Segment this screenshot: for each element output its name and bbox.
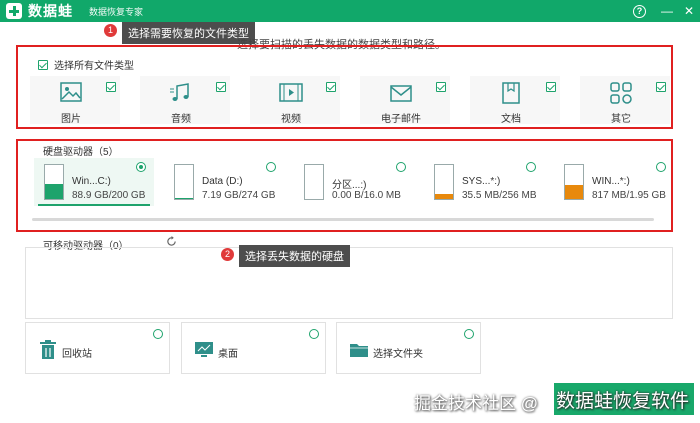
drive-item[interactable]: Data (D:) 7.19 GB/274 GB (164, 158, 284, 206)
disk-usage-fill (175, 197, 193, 199)
title-bar: 数据蛙 数据恢复专家 ? — ✕ (0, 0, 700, 22)
drive-name: SYS...*:) (462, 176, 501, 187)
drive-item[interactable]: WIN...*:) 817 MB/1.95 GB (554, 158, 674, 206)
audio-checkbox[interactable] (216, 82, 226, 92)
image-checkbox[interactable] (106, 82, 116, 92)
file-type-other[interactable]: 其它 (580, 76, 670, 125)
email-icon (390, 85, 412, 102)
drive-radio[interactable] (656, 162, 666, 172)
location-radio[interactable] (153, 329, 163, 339)
document-checkbox[interactable] (546, 82, 556, 92)
location-radio[interactable] (464, 329, 474, 339)
disk-icon (564, 164, 584, 200)
file-type-label: 其它 (611, 114, 631, 125)
drive-size: 817 MB/1.95 GB (592, 190, 666, 201)
select-all-checkbox[interactable] (38, 59, 48, 70)
location-choose-folder[interactable]: 选择文件夹 (336, 322, 481, 374)
disk-icon (174, 164, 194, 200)
file-type-image[interactable]: 图片 (30, 76, 120, 125)
app-subtitle: 数据恢复专家 (89, 6, 144, 17)
hard-drive-section-title: 硬盘驱动器（5） (43, 147, 119, 158)
drive-list-scrollbar[interactable] (32, 218, 654, 221)
location-recycle-bin[interactable]: 回收站 (25, 322, 170, 374)
drive-radio[interactable] (526, 162, 536, 172)
disk-icon (434, 164, 454, 200)
drive-name: WIN...*:) (592, 176, 630, 187)
music-icon (170, 83, 189, 101)
minimize-icon[interactable]: — (656, 4, 678, 18)
file-type-document[interactable]: 文档 (470, 76, 560, 125)
document-icon (502, 82, 520, 104)
refresh-icon[interactable] (166, 236, 177, 247)
file-type-label: 文档 (501, 114, 521, 125)
app-logo-icon (6, 3, 22, 19)
drive-radio[interactable] (136, 162, 146, 172)
file-type-list: 图片 音频 视频 电子邮件 文档 其它 (30, 76, 670, 125)
callout-number-1: 1 (104, 24, 117, 37)
select-all-label: 选择所有文件类型 (54, 61, 134, 72)
drive-name: Data (D:) (202, 176, 243, 187)
callout-tip-2: 选择丢失数据的硬盘 (239, 245, 350, 267)
select-all-file-types[interactable]: 选择所有文件类型 (38, 57, 134, 72)
location-label: 回收站 (62, 349, 92, 360)
watermark-brand: 数据蛙恢复软件 (556, 391, 690, 412)
callout-number-2: 2 (221, 248, 234, 261)
apps-icon (610, 82, 632, 104)
drive-name: 分区...:) (332, 180, 367, 191)
email-checkbox[interactable] (436, 82, 446, 92)
file-type-audio[interactable]: 音频 (140, 76, 230, 125)
disk-icon (304, 164, 324, 200)
callout-tip-1: 选择需要恢复的文件类型 (122, 22, 255, 44)
drive-item[interactable]: Win...C:) 88.9 GB/200 GB (34, 158, 154, 206)
disk-usage-fill (565, 184, 583, 199)
file-type-label: 视频 (281, 114, 301, 125)
folder-icon (350, 344, 368, 357)
video-checkbox[interactable] (326, 82, 336, 92)
file-type-label: 图片 (61, 114, 81, 125)
location-desktop[interactable]: 桌面 (181, 322, 326, 374)
app-logo: 数据蛙 (6, 1, 73, 21)
other-checkbox[interactable] (656, 82, 666, 92)
disk-usage-fill (45, 184, 63, 199)
watermark-community: 掘金技术社区 @ (414, 394, 538, 413)
drive-size: 88.9 GB/200 GB (72, 190, 146, 201)
drive-size: 35.5 MB/256 MB (462, 190, 537, 201)
recycle-bin-icon (40, 340, 56, 359)
close-icon[interactable]: ✕ (678, 4, 700, 18)
drive-size: 7.19 GB/274 GB (202, 190, 276, 201)
file-type-video[interactable]: 视频 (250, 76, 340, 125)
file-type-email[interactable]: 电子邮件 (360, 76, 450, 125)
desktop-icon (195, 342, 213, 357)
window-controls: ? — ✕ (633, 0, 700, 22)
drive-radio[interactable] (266, 162, 276, 172)
drive-item[interactable]: SYS...*:) 35.5 MB/256 MB (424, 158, 544, 206)
file-type-label: 音频 (171, 114, 191, 125)
drive-name: Win...C:) (72, 176, 111, 187)
drive-item[interactable]: 分区...:) 0.00 B/16.0 MB (294, 158, 414, 206)
help-icon[interactable]: ? (633, 4, 646, 18)
app-name: 数据蛙 (28, 3, 73, 19)
location-radio[interactable] (309, 329, 319, 339)
disk-usage-fill (435, 194, 453, 199)
video-icon (279, 83, 303, 102)
drive-size: 0.00 B/16.0 MB (332, 190, 401, 201)
location-label: 选择文件夹 (373, 349, 423, 360)
drive-radio[interactable] (396, 162, 406, 172)
disk-icon (44, 164, 64, 200)
file-type-label: 电子邮件 (381, 114, 421, 125)
location-label: 桌面 (218, 349, 238, 360)
image-icon (60, 82, 82, 102)
selected-underline (38, 204, 150, 206)
